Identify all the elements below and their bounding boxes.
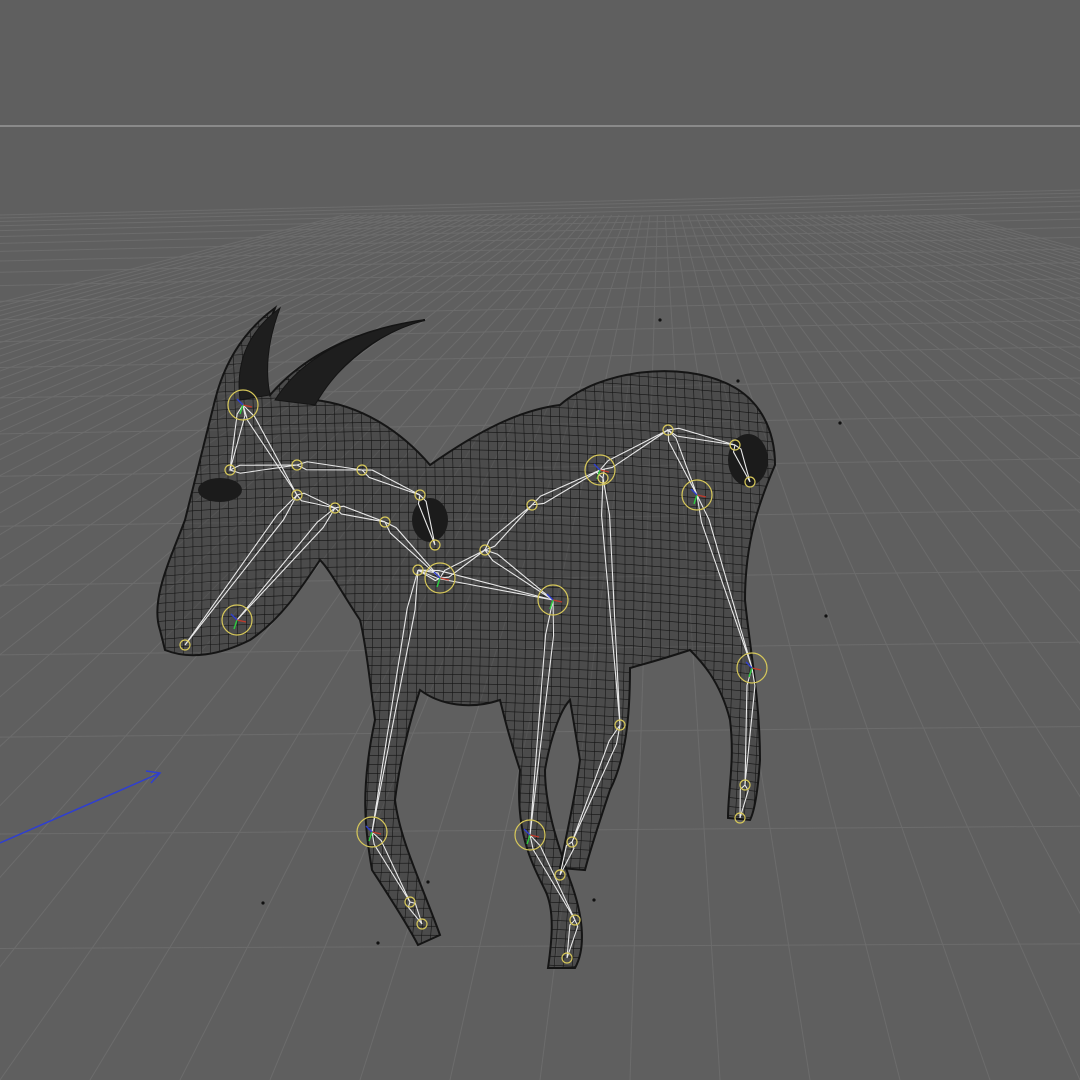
grid-line <box>695 214 1080 1080</box>
grid-line <box>863 214 1080 301</box>
grid-line <box>848 214 1080 315</box>
grid-line <box>756 214 1080 484</box>
stray-vertex <box>426 880 430 884</box>
grid-line <box>833 214 1080 330</box>
grid-line <box>0 297 1080 321</box>
grid-line <box>741 214 1080 549</box>
grid-line <box>0 205 1080 232</box>
stray-vertex <box>261 901 265 905</box>
grid-line <box>0 377 1080 399</box>
grid-line <box>0 192 1080 219</box>
stray-vertex <box>376 941 380 945</box>
grid-line <box>794 214 1080 385</box>
viewport-canvas[interactable] <box>0 0 1080 1080</box>
grid-line <box>702 214 1080 915</box>
grid-line <box>779 214 1080 417</box>
grid-line <box>871 214 1080 295</box>
grid-line <box>710 214 1080 798</box>
3d-viewport[interactable] <box>0 0 1080 1080</box>
grid-line <box>748 214 1080 514</box>
stray-vertex <box>838 421 842 425</box>
grid-line <box>955 214 1080 250</box>
stray-vertex <box>592 898 596 902</box>
goat-mesh-wireframe[interactable] <box>130 287 805 985</box>
grid-line <box>917 214 1080 267</box>
goat-horn-right <box>274 319 426 406</box>
grid-line <box>886 214 1080 284</box>
goat-ear-left <box>198 478 242 502</box>
grid-line <box>909 214 1080 271</box>
grid-line <box>879 214 1080 290</box>
grid-line <box>733 214 1080 592</box>
grid-line <box>925 214 1080 263</box>
grid-line <box>817 214 1080 349</box>
grid-line <box>0 248 1080 273</box>
grid-line <box>0 189 1080 216</box>
stray-vertex <box>824 614 828 618</box>
grid-line <box>0 943 1080 949</box>
grid-line <box>802 214 1080 372</box>
grid-line <box>856 214 1080 308</box>
stray-vertex <box>736 379 740 383</box>
stray-vertex <box>658 318 662 322</box>
grid-line <box>894 214 1080 280</box>
grid-line <box>940 214 1080 256</box>
grid-line <box>840 214 1080 322</box>
grid-line <box>725 214 1080 645</box>
grid-line <box>0 319 1080 343</box>
grid-line <box>932 214 1080 259</box>
